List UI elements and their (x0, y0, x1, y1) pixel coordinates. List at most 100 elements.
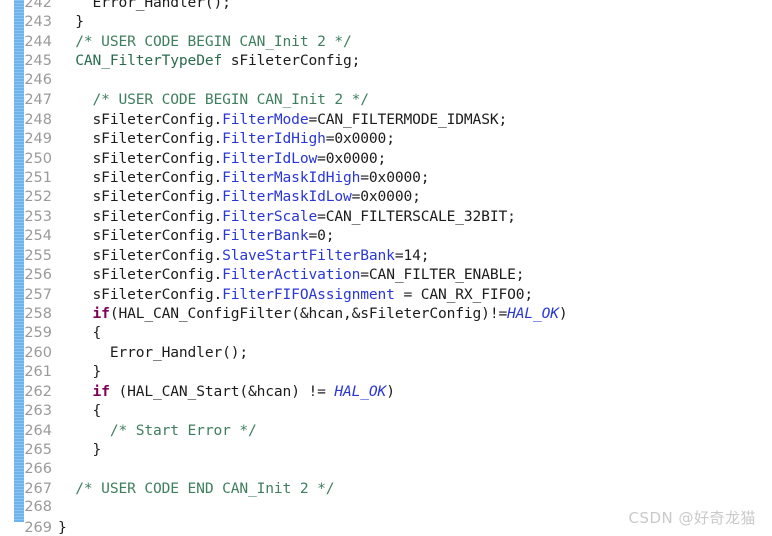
token-field: FilterMaskIdHigh (222, 168, 361, 186)
token-macro: HAL_OK (507, 305, 559, 322)
code-line[interactable]: 266 (0, 460, 772, 479)
code-line[interactable]: 251 sFileterConfig.FilterMaskIdHigh=0x00… (0, 168, 772, 187)
code-text[interactable]: /* USER CODE BEGIN CAN_Init 2 */ (58, 90, 370, 109)
code-line[interactable]: 252 sFileterConfig.FilterMaskIdLow=0x000… (0, 187, 772, 206)
code-text[interactable]: if(HAL_CAN_ConfigFilter(&hcan,&sFileterC… (58, 304, 568, 323)
code-line[interactable]: 249 sFileterConfig.FilterIdHigh=0x0000; (0, 129, 772, 148)
line-number: 269 (24, 519, 52, 536)
code-text[interactable]: { (58, 401, 102, 420)
line-number: 255 (24, 247, 52, 264)
code-text[interactable]: sFileterConfig.FilterIdHigh=0x0000; (58, 129, 395, 148)
line-number: 252 (24, 189, 52, 206)
code-text[interactable]: sFileterConfig.FilterIdLow=0x0000; (58, 149, 387, 168)
code-text[interactable]: /* USER CODE END CAN_Init 2 */ (58, 479, 334, 498)
token-comment: /* USER CODE BEGIN CAN_Init 2 */ (58, 32, 352, 50)
code-line[interactable]: 259 { (0, 323, 772, 342)
code-line[interactable]: 248 sFileterConfig.FilterMode=CAN_FILTER… (0, 110, 772, 129)
code-line[interactable]: 253 sFileterConfig.FilterScale=CAN_FILTE… (0, 207, 772, 226)
code-text[interactable]: sFileterConfig.FilterBank=0; (58, 226, 335, 245)
code-text[interactable]: sFileterConfig.SlaveStartFilterBank=14; (58, 246, 430, 265)
code-line[interactable]: 258 if(HAL_CAN_ConfigFilter(&hcan,&sFile… (0, 304, 772, 323)
token-field: FilterFIFOAssignment (222, 285, 395, 303)
code-line[interactable]: 265 } (0, 440, 772, 459)
token-field: FilterIdLow (222, 149, 318, 167)
token-comment: /* USER CODE END CAN_Init 2 */ (58, 479, 335, 497)
code-text[interactable]: } (58, 362, 102, 381)
line-number: 244 (24, 33, 52, 50)
code-line[interactable]: 244 /* USER CODE BEGIN CAN_Init 2 */ (0, 32, 772, 51)
code-line[interactable]: 255 sFileterConfig.SlaveStartFilterBank=… (0, 246, 772, 265)
code-line[interactable]: 257 sFileterConfig.FilterFIFOAssignment … (0, 285, 772, 304)
token-plain: sFileterConfig. (58, 246, 223, 264)
token-keyword: if (92, 382, 110, 400)
code-text[interactable]: sFileterConfig.FilterActivation=CAN_FILT… (58, 265, 525, 284)
token-plain: } (58, 518, 67, 536)
token-plain: Error_Handler(); (58, 0, 231, 11)
code-text[interactable]: sFileterConfig.FilterMaskIdLow=0x0000; (58, 187, 421, 206)
token-field: FilterIdHigh (222, 130, 326, 148)
code-text[interactable]: Error_Handler(); (58, 343, 248, 362)
token-plain: sFileterConfig. (58, 285, 223, 303)
line-number: 257 (24, 286, 52, 303)
token-plain: } (58, 13, 84, 31)
token-plain: } (58, 363, 102, 381)
line-number: 266 (24, 460, 52, 477)
code-line[interactable]: 264 /* Start Error */ (0, 421, 772, 440)
token-field: FilterBank (222, 227, 309, 245)
token-plain: (HAL_CAN_ConfigFilter(&hcan,&sFileterCon… (109, 305, 508, 322)
code-text[interactable]: sFileterConfig.FilterFIFOAssignment = CA… (58, 285, 534, 304)
token-plain: sFileterConfig. (58, 149, 223, 167)
token-plain: ) (558, 305, 568, 322)
code-line[interactable]: 246 (0, 71, 772, 90)
code-line[interactable]: 260 Error_Handler(); (0, 343, 772, 362)
code-line[interactable]: 256 sFileterConfig.FilterActivation=CAN_… (0, 265, 772, 284)
token-keyword: if (92, 305, 110, 322)
code-line[interactable]: 261 } (0, 362, 772, 381)
token-type: CAN_FilterTypeDef (75, 52, 223, 70)
code-text[interactable]: } (58, 12, 84, 31)
code-text[interactable]: sFileterConfig.FilterScale=CAN_FILTERSCA… (58, 207, 516, 226)
token-plain: } (58, 441, 102, 459)
code-text[interactable]: /* USER CODE BEGIN CAN_Init 2 */ (58, 32, 352, 51)
code-text[interactable]: sFileterConfig.FilterMaskIdHigh=0x0000; (58, 168, 430, 187)
code-line[interactable]: 243 } (0, 12, 772, 31)
code-text[interactable]: CAN_FilterTypeDef sFileterConfig; (58, 51, 360, 70)
watermark: CSDN @好奇龙猫 (628, 509, 756, 527)
code-line[interactable]: 267 /* USER CODE END CAN_Init 2 */ (0, 479, 772, 498)
code-text[interactable]: if (HAL_CAN_Start(&hcan) != HAL_OK) (58, 382, 395, 401)
token-plain: sFileterConfig. (58, 227, 223, 245)
code-line[interactable]: 247 /* USER CODE BEGIN CAN_Init 2 */ (0, 90, 772, 109)
code-line[interactable]: 262 if (HAL_CAN_Start(&hcan) != HAL_OK) (0, 382, 772, 401)
token-plain: =0x0000; (325, 130, 395, 148)
code-text[interactable]: } (58, 518, 67, 536)
line-number: 248 (24, 111, 52, 128)
code-line[interactable]: 242 Error_Handler(); (0, 0, 772, 12)
code-text[interactable]: Error_Handler(); (58, 0, 231, 12)
code-text[interactable]: } (58, 440, 102, 459)
token-plain: sFileterConfig. (58, 110, 223, 128)
token-plain: Error_Handler(); (58, 343, 248, 361)
token-plain: sFileterConfig. (58, 266, 223, 284)
line-number: 247 (24, 92, 52, 109)
line-number: 267 (24, 480, 52, 497)
code-line[interactable]: 254 sFileterConfig.FilterBank=0; (0, 226, 772, 245)
code-text[interactable]: /* Start Error */ (58, 421, 257, 440)
line-number: 268 (24, 499, 52, 516)
code-editor[interactable]: 242 Error_Handler(); 243 } 244 /* USER COD… (0, 0, 772, 536)
code-text[interactable]: sFileterConfig.FilterMode=CAN_FILTERMODE… (58, 110, 508, 129)
line-number: 242 (24, 0, 52, 11)
code-text[interactable]: { (58, 323, 102, 342)
token-plain: =CAN_FILTER_ENABLE; (360, 266, 525, 284)
line-number: 258 (24, 306, 52, 322)
line-number: 251 (24, 169, 52, 186)
code-line[interactable]: 263 { (0, 401, 772, 420)
code-line[interactable]: 245 CAN_FilterTypeDef sFileterConfig; (0, 51, 772, 70)
line-number: 262 (24, 383, 52, 400)
line-number: 249 (24, 131, 52, 148)
token-field: FilterMode (222, 110, 309, 128)
token-field: SlaveStartFilterBank (222, 246, 395, 264)
token-field: FilterMaskIdLow (222, 188, 352, 206)
code-line[interactable]: 250 sFileterConfig.FilterIdLow=0x0000; (0, 149, 772, 168)
